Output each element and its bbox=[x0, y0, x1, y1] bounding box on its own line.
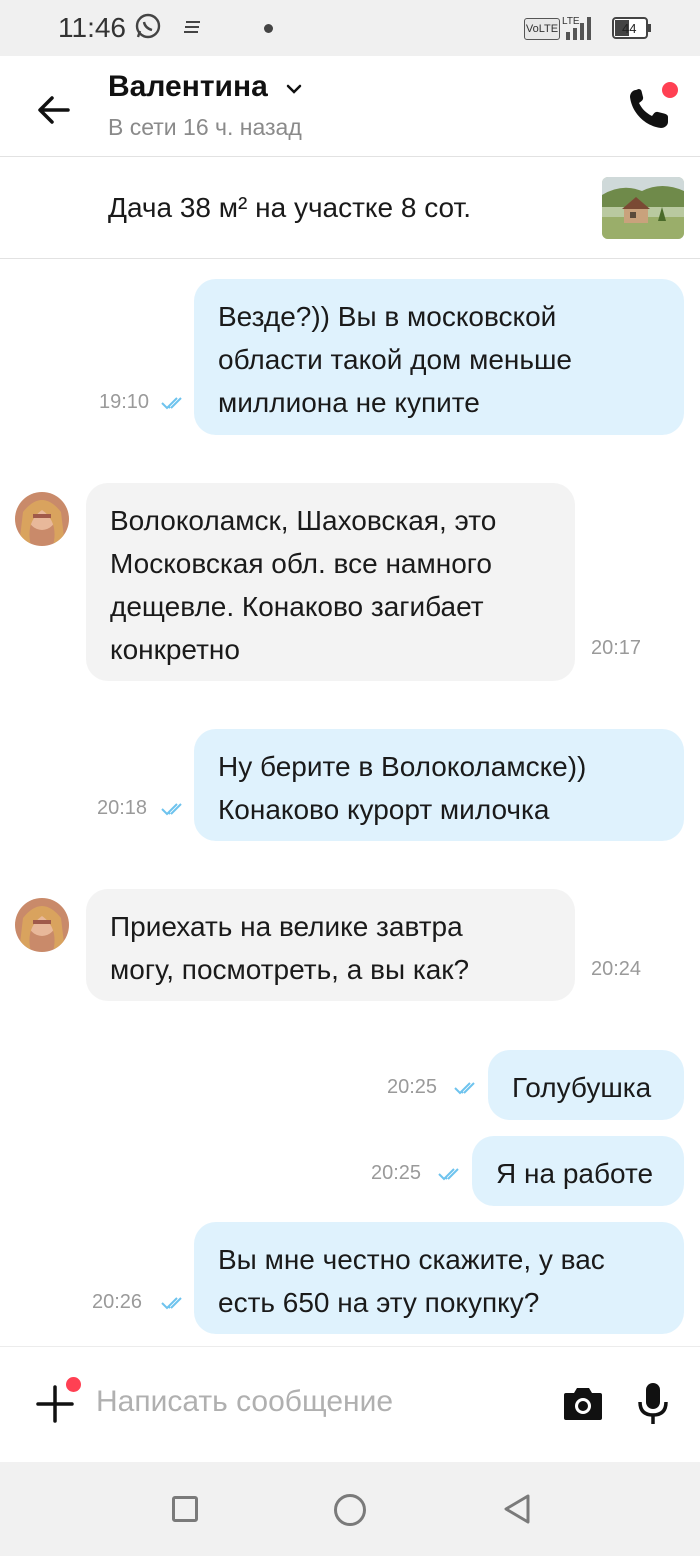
network-label: LTE bbox=[562, 16, 580, 27]
back-triangle-icon[interactable] bbox=[502, 1493, 532, 1525]
message-incoming[interactable]: Волоколамск, Шаховская, это Московская о… bbox=[86, 483, 575, 681]
chevron-down-icon[interactable] bbox=[285, 82, 303, 96]
microphone-icon[interactable] bbox=[636, 1382, 670, 1426]
signal-icon: LTE bbox=[562, 16, 591, 40]
listing-thumbnail[interactable] bbox=[602, 177, 684, 239]
whatsapp-icon bbox=[135, 13, 161, 39]
contact-avatar[interactable] bbox=[15, 898, 69, 952]
message-input[interactable]: Написать сообщение bbox=[96, 1385, 393, 1419]
battery-icon: 44 bbox=[612, 17, 651, 39]
message-outgoing[interactable]: Я на работе bbox=[472, 1136, 684, 1206]
read-ticks-icon bbox=[438, 1168, 459, 1181]
message-time: 19:10 bbox=[99, 391, 150, 413]
notification-dot bbox=[662, 82, 678, 98]
camera-icon[interactable] bbox=[562, 1384, 604, 1422]
notes-icon bbox=[184, 21, 200, 33]
contact-name[interactable]: Валентина bbox=[108, 70, 268, 104]
contact-status: В сети 16 ч. назад bbox=[108, 114, 302, 140]
message-outgoing[interactable]: Ну берите в Волоколамске)) Конаково куро… bbox=[194, 729, 684, 841]
message-outgoing[interactable]: Вы мне честно скажите, у вас есть 650 на… bbox=[194, 1222, 684, 1334]
status-time: 11:46 bbox=[58, 12, 126, 43]
read-ticks-icon bbox=[161, 1297, 182, 1310]
attach-notification-dot bbox=[66, 1377, 81, 1392]
dot-icon bbox=[264, 24, 273, 33]
chat-header bbox=[0, 56, 700, 157]
back-arrow-icon[interactable] bbox=[36, 92, 72, 128]
message-incoming[interactable]: Приехать на велике завтра могу, посмотре… bbox=[86, 889, 575, 1001]
message-time: 20:24 bbox=[591, 958, 642, 980]
contact-avatar[interactable] bbox=[15, 492, 69, 546]
read-ticks-icon bbox=[454, 1082, 475, 1095]
message-time: 20:17 bbox=[591, 637, 642, 659]
volte-badge: VoLTE bbox=[524, 18, 560, 40]
message-time: 20:25 bbox=[371, 1162, 422, 1184]
recents-square-icon[interactable] bbox=[172, 1496, 198, 1522]
battery-level: 44 bbox=[622, 21, 636, 36]
message-time: 20:26 bbox=[92, 1291, 143, 1313]
home-circle-icon[interactable] bbox=[334, 1494, 366, 1526]
message-outgoing[interactable]: Голубушка bbox=[488, 1050, 684, 1120]
message-time: 20:18 bbox=[97, 797, 148, 819]
read-ticks-icon bbox=[161, 803, 182, 816]
listing-title[interactable]: Дача 38 м² на участке 8 сот. bbox=[108, 192, 471, 224]
message-time: 20:25 bbox=[387, 1076, 438, 1098]
message-outgoing[interactable]: Везде?)) Вы в московской области такой д… bbox=[194, 279, 684, 435]
read-ticks-icon bbox=[161, 397, 182, 410]
